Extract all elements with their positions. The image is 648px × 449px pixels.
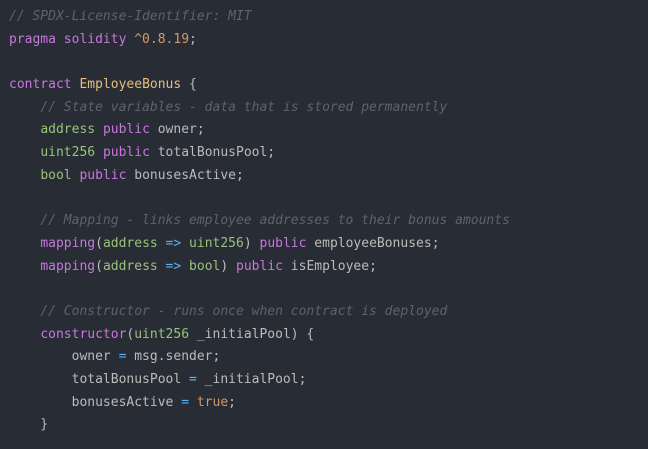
code-token-op: =	[189, 372, 197, 387]
code-token-punc	[9, 236, 40, 251]
code-line: // Constructor - runs once when contract…	[9, 301, 648, 324]
code-token-punc: )	[220, 258, 237, 274]
code-token-comment: // SPDX-License-Identifier: MIT	[9, 9, 252, 24]
code-token-punc: }	[9, 417, 49, 433]
code-line: mapping(address => bool) public isEmploy…	[9, 256, 648, 279]
code-token-punc	[189, 395, 197, 410]
code-token-num: ^0.8.19	[134, 31, 190, 47]
code-line: bool public bonusesActive;	[9, 165, 648, 188]
code-line: pragma solidity ^0.8.19;	[9, 29, 648, 52]
code-token-type: bool	[40, 167, 72, 183]
code-token-punc: ;	[189, 31, 197, 47]
code-token-op: =>	[157, 258, 190, 274]
code-line: address public owner;	[9, 119, 648, 142]
code-line: // State variables - data that is stored…	[9, 97, 648, 120]
code-token-punc: (	[95, 258, 103, 274]
code-token-ident: _initialPool;	[196, 372, 307, 387]
code-token-type: address	[102, 235, 158, 251]
code-token-punc	[9, 122, 40, 137]
code-token-kw: contract	[9, 77, 80, 93]
code-token-punc	[95, 145, 103, 160]
code-token-type: address	[40, 122, 96, 138]
code-token-cls: EmployeeBonus	[79, 77, 182, 93]
code-token-lit: true	[196, 394, 229, 410]
code-token-ident: bonusesActive;	[126, 167, 244, 183]
code-line: bonusesActive = true;	[9, 392, 648, 415]
code-token-punc	[9, 168, 40, 183]
code-token-type: uint256	[189, 235, 244, 251]
code-token-op: =>	[157, 235, 190, 251]
code-token-ident: employeeBonuses;	[306, 235, 440, 251]
code-line: }	[9, 414, 648, 437]
code-token-type: uint256	[134, 326, 190, 342]
code-token-comment: // Constructor - runs once when contract…	[40, 303, 448, 319]
code-token-ident: totalBonusPool	[9, 372, 190, 387]
code-token-ident: msg.sender;	[126, 349, 221, 365]
code-editor[interactable]: // SPDX-License-Identifier: MIT pragma so…	[0, 0, 648, 449]
code-line: uint256 public totalBonusPool;	[9, 142, 648, 165]
code-token-kw: public	[236, 258, 283, 274]
code-token-punc: )	[243, 235, 260, 251]
code-token-kw: pragma solidity	[9, 31, 135, 47]
code-token-punc	[9, 100, 40, 115]
code-token-punc	[9, 327, 40, 342]
code-token-ident: owner;	[149, 122, 205, 138]
code-token-kw: public	[102, 145, 150, 161]
code-token-kw: public	[102, 122, 150, 138]
code-token-kw: mapping	[40, 258, 96, 274]
code-token-ident: owner	[9, 349, 119, 365]
code-token-type: address	[102, 258, 158, 274]
code-token-ident: _initialPool) {	[189, 326, 315, 342]
code-token-punc	[9, 259, 40, 274]
code-line: owner = msg.sender;	[9, 346, 648, 369]
code-token-type: bool	[189, 258, 221, 274]
code-line: // Mapping - links employee addresses to…	[9, 210, 648, 233]
code-token-punc: ;	[228, 394, 236, 410]
code-token-comment: // Mapping - links employee addresses to…	[40, 213, 510, 229]
code-token-type: uint256	[40, 145, 96, 161]
code-token-op: =	[181, 394, 190, 410]
code-token-punc: (	[95, 235, 103, 251]
code-token-fn: constructor	[40, 326, 127, 342]
code-token-punc	[95, 122, 103, 137]
code-token-ident: bonusesActive	[9, 394, 182, 410]
code-token-punc	[9, 304, 40, 319]
code-token-punc	[9, 213, 40, 228]
code-line: contract EmployeeBonus {	[9, 74, 648, 97]
code-token-kw: public	[79, 167, 127, 183]
code-token-kw: mapping	[40, 235, 96, 251]
code-token-punc: {	[181, 77, 197, 93]
code-token-comment: // State variables - data that is stored…	[40, 99, 448, 115]
code-line: totalBonusPool = _initialPool;	[9, 369, 648, 392]
code-token-ident: totalBonusPool;	[149, 145, 276, 161]
code-token-punc	[9, 145, 40, 160]
code-line: mapping(address => uint256) public emplo…	[9, 233, 648, 256]
code-line: constructor(uint256 _initialPool) {	[9, 324, 648, 347]
code-line: // SPDX-License-Identifier: MIT	[9, 6, 648, 29]
code-token-ident: isEmployee;	[282, 258, 377, 274]
code-token-kw: public	[259, 235, 307, 251]
